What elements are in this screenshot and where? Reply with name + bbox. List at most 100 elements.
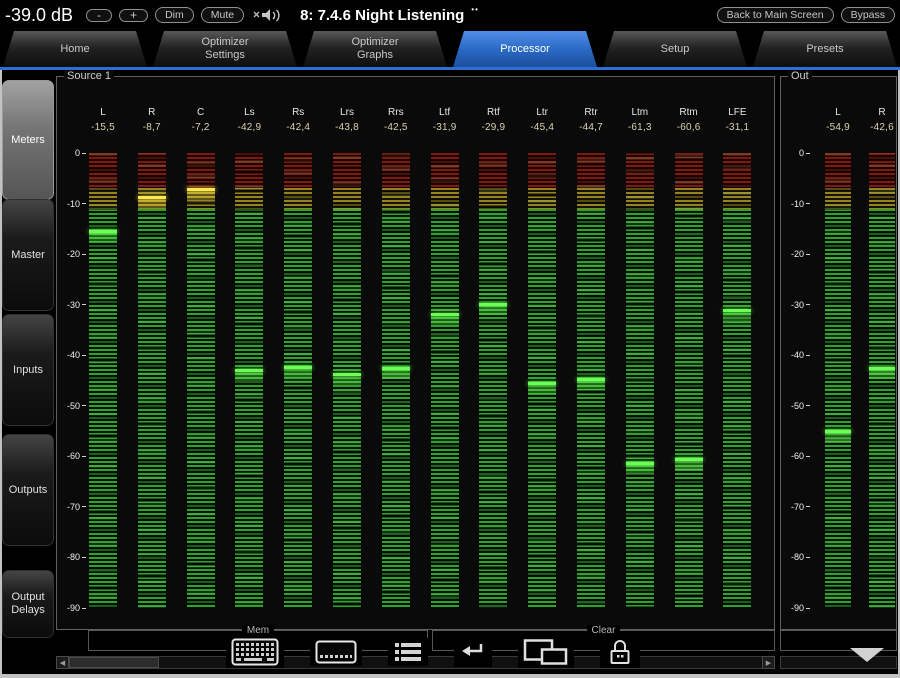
source-level-meter-rtr (577, 153, 605, 608)
tab-setup[interactable]: Setup (603, 31, 747, 67)
channel-value-c: -7,2 (177, 122, 225, 133)
channel-value-r: -42,6 (858, 122, 896, 133)
meter-texture (479, 153, 507, 608)
meter-texture (675, 153, 703, 608)
peak-glow (825, 433, 851, 442)
lock-icon (605, 638, 635, 666)
peak-glow (869, 370, 895, 379)
tab-presets[interactable]: Presets (753, 31, 897, 67)
scale-label-0: 0 (57, 148, 86, 158)
scrollbar-thumb[interactable] (69, 657, 159, 668)
sidebar-item-output-delays[interactable]: OutputDelays (2, 570, 54, 638)
source-panel: Source 1 0-10-20-30-40-50-60-70-80-90L-1… (56, 76, 775, 630)
volume-minus-button[interactable]: - (86, 9, 112, 22)
tab-optimizer-graphs[interactable]: OptimizerGraphs (303, 31, 447, 67)
sidebar-item-inputs[interactable]: Inputs (2, 314, 54, 426)
scale-label-40: -40 (781, 350, 810, 360)
channel-label-c: C (177, 107, 225, 118)
channel-value-l: -15,5 (79, 122, 127, 133)
expand-triangle-icon[interactable] (850, 648, 884, 662)
speaker-waves-icon (251, 7, 285, 23)
channel-value-r: -8,7 (128, 122, 176, 133)
out-level-meter-l (825, 153, 851, 608)
meter-texture (825, 153, 851, 608)
list-button[interactable] (388, 638, 428, 666)
peak-glow (333, 376, 361, 385)
source-level-meter-rtm (675, 153, 703, 608)
meter-texture (869, 153, 895, 608)
tab-optimizer-settings[interactable]: OptimizerSettings (153, 31, 297, 67)
channel-value-rtr: -44,7 (567, 122, 615, 133)
speaker-icon (251, 7, 285, 23)
channel-value-ltr: -45,4 (518, 122, 566, 133)
peak-glow (89, 233, 117, 242)
channel-value-lrs: -43,8 (323, 122, 371, 133)
scale-label-40: -40 (57, 350, 86, 360)
sidebar-item-meters[interactable]: Meters (2, 80, 54, 200)
source-level-meter-ltf (431, 153, 459, 608)
scale-label-60: -60 (781, 451, 810, 461)
meter-texture (723, 153, 751, 608)
source-level-meter-ls (235, 153, 263, 608)
meter-texture (626, 153, 654, 608)
small-keyboard-button[interactable] (310, 638, 362, 666)
channel-label-rrs: Rrs (372, 107, 420, 118)
lock-button[interactable] (600, 636, 640, 668)
peak-glow (382, 370, 410, 379)
frame-bottom (0, 674, 900, 678)
scale-label-80: -80 (781, 552, 810, 562)
dim-button[interactable]: Dim (155, 7, 194, 23)
source-level-meter-rtf (479, 153, 507, 608)
channel-label-l: L (814, 107, 862, 118)
source-level-meter-rs (284, 153, 312, 608)
mute-button[interactable]: Mute (201, 7, 244, 23)
sidebar-item-outputs[interactable]: Outputs (2, 434, 54, 546)
channel-label-lrs: Lrs (323, 107, 371, 118)
peak-glow (528, 385, 556, 394)
meter-texture (382, 153, 410, 608)
channel-label-ls: Ls (225, 107, 273, 118)
channel-label-r: R (128, 107, 176, 118)
channel-value-lfe: -31,1 (713, 122, 761, 133)
meter-texture (89, 153, 117, 608)
accent-line (0, 67, 900, 70)
source-level-meter-ltm (626, 153, 654, 608)
tab-home[interactable]: Home (3, 31, 147, 67)
scroll-right-button[interactable]: ▶ (762, 656, 775, 669)
title-modified-marks: •• (471, 5, 479, 14)
channel-label-rtm: Rtm (665, 107, 713, 118)
processor-screen: -39.0 dB - + Dim Mute 8: 7.4.6 Night Lis… (0, 0, 900, 678)
scale-label-10: -10 (57, 199, 86, 209)
bottom-toolbar (226, 636, 640, 668)
bypass-button[interactable]: Bypass (841, 7, 895, 23)
channel-value-ls: -42,9 (225, 122, 273, 133)
channel-label-ltf: Ltf (421, 107, 469, 118)
peak-glow (577, 381, 605, 390)
out-panel: Out 0-10-20-30-40-50-60-70-80-90L-54,9R-… (780, 76, 897, 630)
volume-plus-button[interactable]: + (119, 9, 148, 22)
peak-glow (626, 465, 654, 474)
tab-processor[interactable]: Processor (453, 31, 597, 67)
meter-texture (528, 153, 556, 608)
channel-value-rs: -42,4 (274, 122, 322, 133)
source-level-meter-r (138, 153, 166, 608)
meter-texture (431, 153, 459, 608)
channel-label-l: L (79, 107, 127, 118)
scale-label-20: -20 (57, 249, 86, 259)
meter-texture (138, 153, 166, 608)
peak-glow (138, 199, 166, 208)
list-icon (393, 640, 423, 664)
scroll-left-button[interactable]: ◀ (56, 656, 69, 669)
master-volume[interactable]: -39.0 dB (5, 5, 73, 26)
channel-value-ltm: -61,3 (616, 122, 664, 133)
back-to-main-screen-button[interactable]: Back to Main Screen (717, 7, 834, 23)
windows-button[interactable] (518, 636, 574, 668)
keyboard-button[interactable] (226, 636, 284, 668)
scale-label-0: 0 (781, 148, 810, 158)
scale-label-90: -90 (781, 603, 810, 613)
return-button[interactable] (454, 637, 492, 667)
peak-glow (235, 372, 263, 381)
meter-texture (187, 153, 215, 608)
sidebar-item-master[interactable]: Master (2, 199, 54, 311)
scale-label-20: -20 (781, 249, 810, 259)
